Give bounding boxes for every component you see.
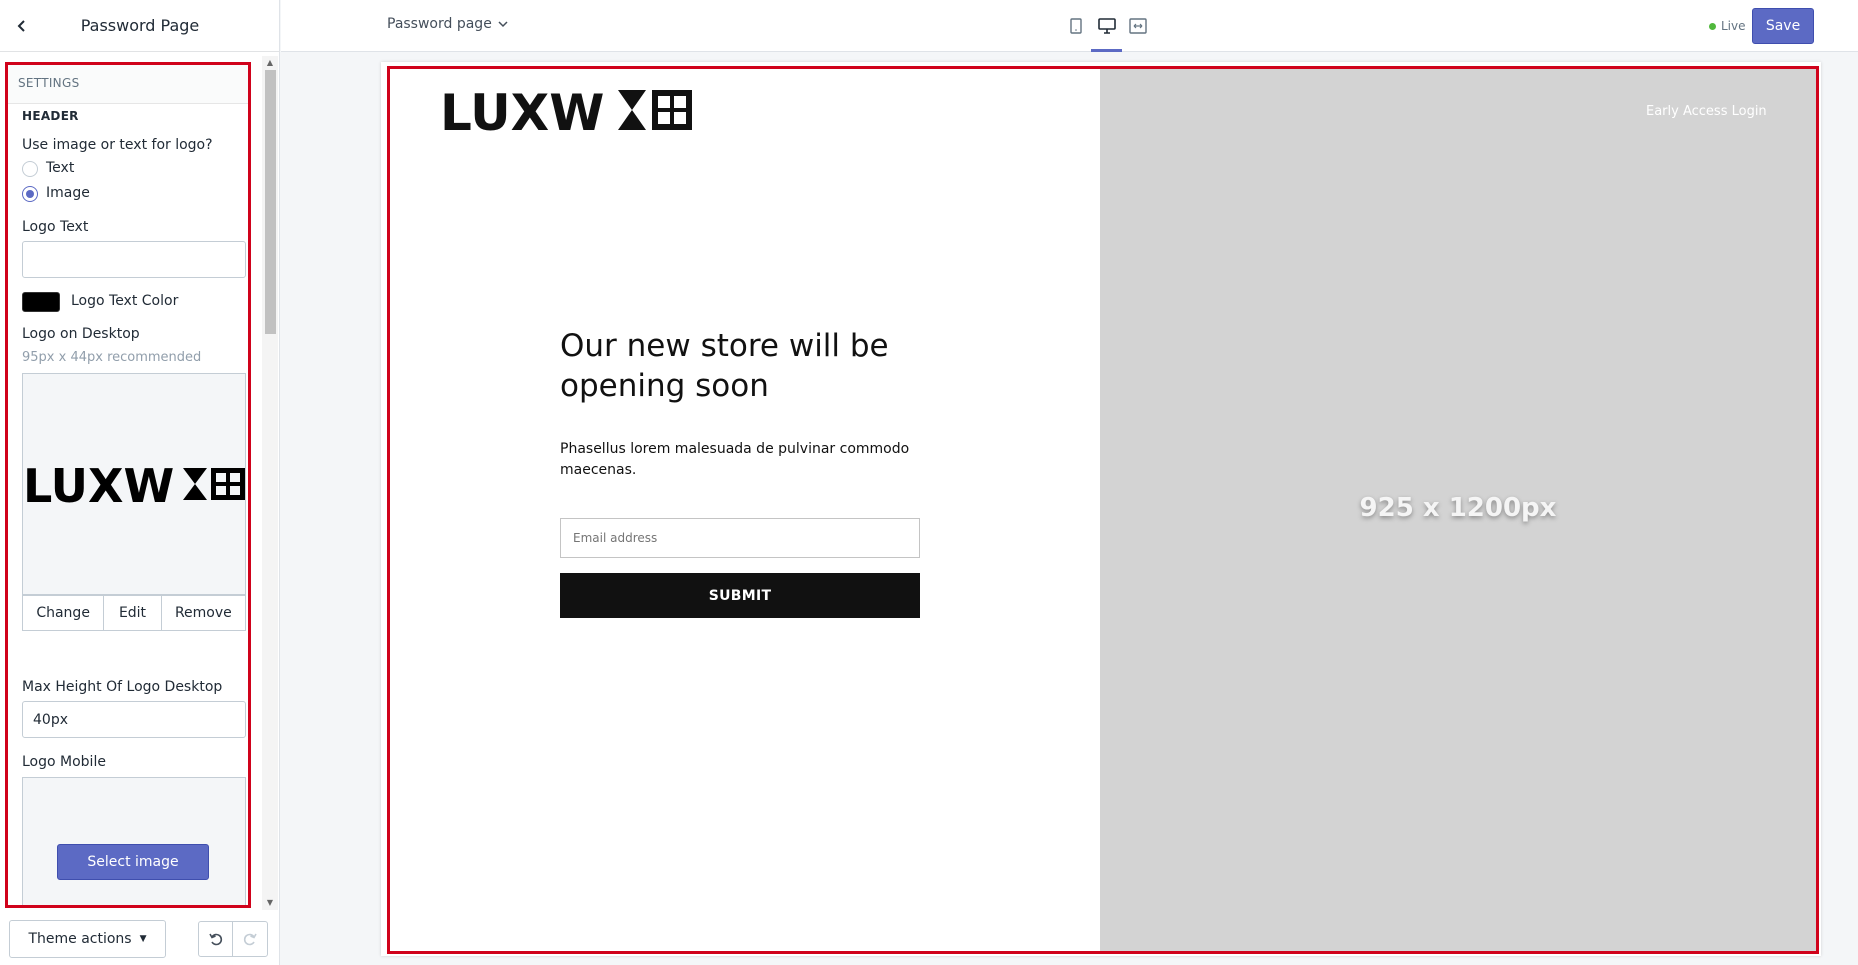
sidebar-header: Password Page (0, 0, 280, 52)
logo-desktop-actions: Change Edit Remove (22, 595, 246, 631)
back-button[interactable] (10, 14, 34, 38)
header-heading: HEADER (22, 109, 79, 123)
logo-type-question: Use image or text for logo? (22, 137, 213, 153)
device-toggle (1065, 14, 1148, 52)
change-button[interactable]: Change (23, 596, 105, 630)
settings-section-label: SETTINGS (8, 65, 248, 104)
live-status: Live (1709, 19, 1746, 33)
fullscreen-icon (1128, 18, 1147, 34)
caret-down-icon: ▼ (139, 934, 147, 944)
mobile-icon (1069, 18, 1082, 34)
desktop-view-button[interactable] (1091, 14, 1122, 52)
fullscreen-view-button[interactable] (1127, 14, 1148, 38)
mobile-view-button[interactable] (1065, 14, 1086, 38)
logo-desktop-label: Logo on Desktop (22, 326, 140, 342)
remove-button[interactable]: Remove (162, 596, 245, 630)
preview-highlight-frame (387, 66, 1819, 954)
chevron-left-icon (17, 20, 25, 32)
page-select-dropdown[interactable]: Password page (387, 16, 508, 32)
logo-text-color-label: Logo Text Color (71, 293, 179, 309)
edit-button[interactable]: Edit (104, 596, 162, 630)
page-select-label: Password page (387, 16, 492, 32)
radio-text-label[interactable]: Text (46, 160, 74, 176)
radio-image-label[interactable]: Image (46, 185, 90, 201)
radio-image[interactable] (22, 186, 38, 202)
live-label: Live (1721, 19, 1746, 33)
logo-mobile-label: Logo Mobile (22, 754, 106, 770)
theme-actions-label: Theme actions (28, 931, 132, 947)
logo-text-color-swatch[interactable] (22, 292, 60, 312)
theme-editor-sidebar: Password Page SETTINGS HEADER Use image … (0, 0, 280, 965)
sidebar-title: Password Page (80, 16, 200, 35)
desktop-icon (1097, 18, 1116, 34)
chevron-down-icon (498, 21, 508, 28)
editor-topbar: Password page Live Save (281, 0, 1858, 52)
max-height-label: Max Height Of Logo Desktop (22, 679, 223, 695)
select-image-button[interactable]: Select image (57, 844, 209, 880)
scroll-thumb[interactable] (265, 70, 276, 334)
save-button[interactable]: Save (1752, 8, 1814, 44)
logo-desktop-hint: 95px x 44px recommended (22, 350, 202, 365)
scroll-down-icon[interactable]: ▼ (265, 898, 275, 908)
logo-desktop-preview: LUXW (22, 373, 246, 595)
undo-button[interactable] (199, 922, 234, 956)
redo-button[interactable] (233, 922, 267, 956)
theme-actions-button[interactable]: Theme actions ▼ (9, 920, 166, 958)
logo-text-input[interactable] (22, 241, 246, 278)
scroll-up-icon[interactable]: ▲ (265, 58, 275, 68)
svg-text:LUXW: LUXW (23, 459, 174, 513)
redo-icon (243, 933, 257, 946)
luxw-logo-image: LUXW (23, 459, 245, 513)
logo-mobile-preview (22, 777, 246, 905)
radio-text[interactable] (22, 161, 38, 177)
undo-redo-group (198, 921, 268, 957)
sidebar-scrollbar[interactable]: ▲ ▼ (262, 56, 278, 910)
settings-panel: SETTINGS HEADER Use image or text for lo… (5, 62, 251, 908)
undo-icon (208, 933, 222, 946)
max-height-input[interactable] (22, 701, 246, 738)
logo-text-label: Logo Text (22, 219, 89, 235)
live-dot-icon (1709, 22, 1716, 30)
